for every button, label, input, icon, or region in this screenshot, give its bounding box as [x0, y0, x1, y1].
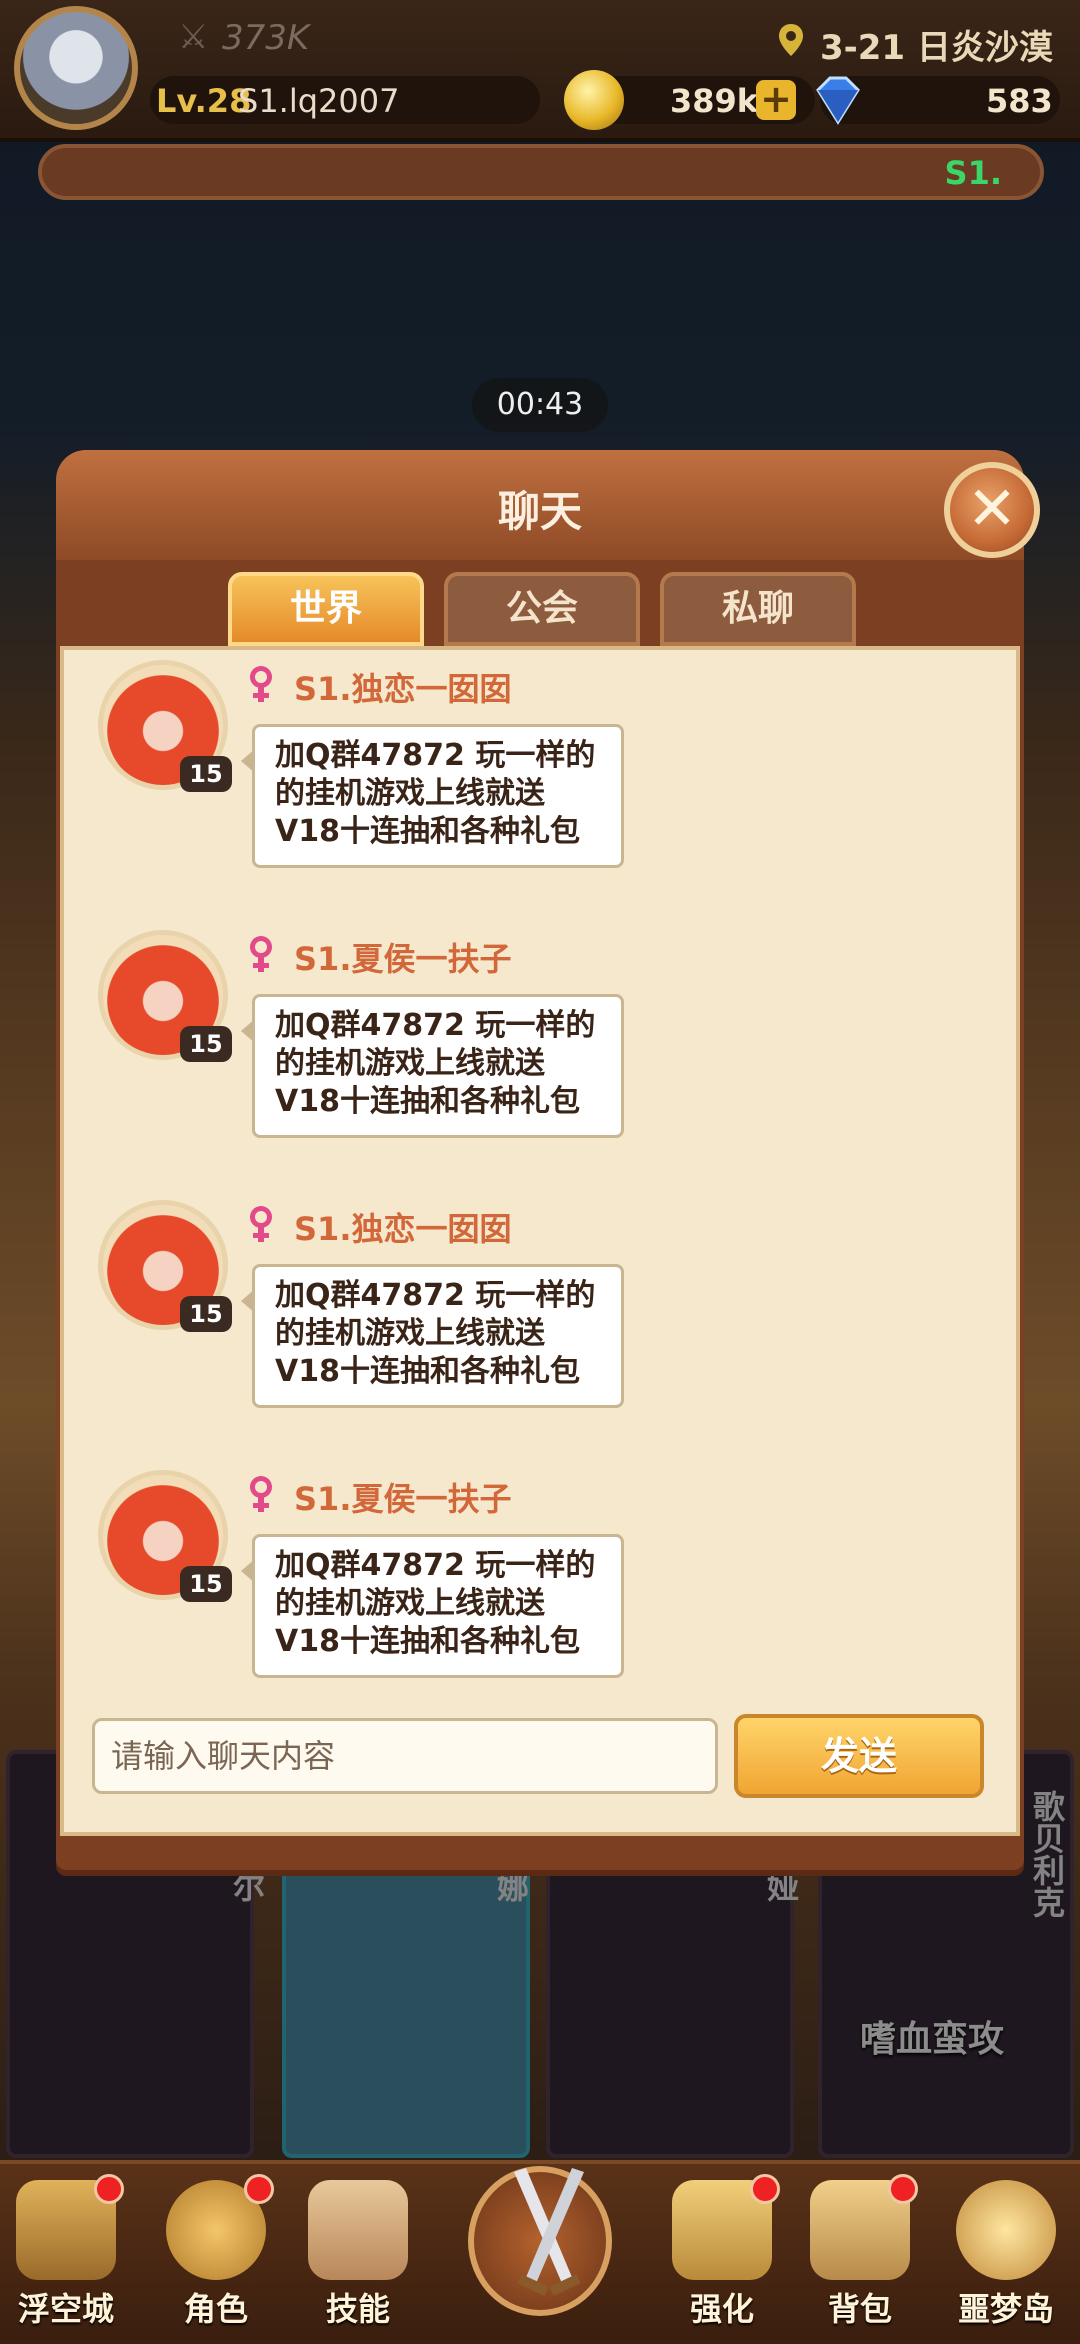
island-icon: [956, 2180, 1056, 2280]
sender-level-badge: 15: [180, 1566, 232, 1602]
gold-coin-icon: [564, 70, 624, 130]
sender-level-badge: 15: [180, 756, 232, 792]
bubble-tail: [241, 1289, 255, 1313]
nav-label: 强化: [689, 2290, 754, 2328]
notification-dot: [888, 2174, 918, 2204]
female-gender-icon: [250, 1206, 272, 1242]
player-name: S1.lq2007: [238, 82, 400, 120]
nav-character[interactable]: 角色: [156, 2174, 276, 2330]
sender-level-badge: 15: [180, 1296, 232, 1332]
sender-level-badge: 15: [180, 1026, 232, 1062]
chat-message: 15 S1.夏侯一扶子 加Q群47872 玩一样的 的挂机游戏上线就送 V18十…: [98, 1470, 958, 1710]
nav-nightmare-island[interactable]: 噩梦岛: [946, 2180, 1066, 2330]
bubble-tail: [241, 749, 255, 773]
bubble-tail: [241, 1019, 255, 1043]
chat-message: 15 S1.独恋一囡囡 加Q群47872 玩一样的 的挂机游戏上线就送 V18十…: [98, 1200, 958, 1440]
crossed-swords-icon: [514, 2168, 584, 2296]
nav-label: 角色: [183, 2290, 248, 2328]
message-bubble: 加Q群47872 玩一样的 的挂机游戏上线就送 V18十连抽和各种礼包: [241, 994, 624, 1138]
sender-name[interactable]: S1.独恋一囡囡: [294, 1204, 511, 1250]
close-icon: ✕: [966, 474, 1018, 544]
nav-label: 噩梦岛: [957, 2290, 1054, 2328]
message-text: 加Q群47872 玩一样的 的挂机游戏上线就送 V18十连抽和各种礼包: [275, 1008, 596, 1119]
tab-private[interactable]: 私聊: [660, 572, 856, 646]
message-bubble: 加Q群47872 玩一样的 的挂机游戏上线就送 V18十连抽和各种礼包: [241, 1534, 624, 1678]
location-pin-icon: [779, 24, 803, 56]
marquee-text: S1.: [944, 154, 1002, 192]
chat-input[interactable]: 请输入聊天内容: [92, 1718, 718, 1794]
announcement-marquee: S1.: [38, 144, 1044, 200]
battle-button[interactable]: [468, 2166, 612, 2316]
gem-amount: 583: [986, 82, 1053, 120]
notification-dot: [244, 2174, 274, 2204]
message-text: 加Q群47872 玩一样的 的挂机游戏上线就送 V18十连抽和各种礼包: [275, 1548, 596, 1659]
nav-label: 技能: [325, 2290, 390, 2328]
nav-enhance[interactable]: 强化: [662, 2174, 782, 2330]
sender-name[interactable]: S1.独恋一囡囡: [294, 664, 511, 710]
send-button[interactable]: 发送: [734, 1714, 984, 1798]
female-gender-icon: [250, 666, 272, 702]
crossed-swords-icon: ⚔: [178, 17, 209, 57]
sender-name[interactable]: S1.夏侯一扶子: [294, 1474, 511, 1520]
female-gender-icon: [250, 1476, 272, 1512]
combat-power: 373K: [222, 18, 310, 58]
message-bubble: 加Q群47872 玩一样的 的挂机游戏上线就送 V18十连抽和各种礼包: [241, 724, 624, 868]
countdown-timer: 00:43: [472, 378, 608, 432]
notification-dot: [750, 2174, 780, 2204]
nav-floating-city[interactable]: 浮空城: [6, 2174, 126, 2330]
message-text: 加Q群47872 玩一样的 的挂机游戏上线就送 V18十连抽和各种礼包: [275, 738, 596, 849]
stage-label[interactable]: 3-21 日炎沙漠: [820, 20, 1053, 69]
nav-label: 背包: [827, 2290, 892, 2328]
nav-skills[interactable]: 技能: [298, 2180, 418, 2330]
female-gender-icon: [250, 936, 272, 972]
notification-dot: [94, 2174, 124, 2204]
tab-guild[interactable]: 公会: [444, 572, 640, 646]
gold-amount: 389k: [670, 82, 759, 120]
chat-message: 15 S1.夏侯一扶子 加Q群47872 玩一样的 的挂机游戏上线就送 V18十…: [98, 930, 958, 1170]
nav-backpack[interactable]: 背包: [800, 2174, 920, 2330]
player-avatar[interactable]: [14, 6, 138, 130]
tab-world[interactable]: 世界: [228, 572, 424, 646]
message-bubble: 加Q群47872 玩一样的 的挂机游戏上线就送 V18十连抽和各种礼包: [241, 1264, 624, 1408]
chat-title: 聊天: [497, 487, 582, 536]
bubble-tail: [241, 1559, 255, 1583]
sender-name[interactable]: S1.夏侯一扶子: [294, 934, 511, 980]
add-gold-button[interactable]: +: [756, 80, 796, 120]
close-button[interactable]: ✕: [944, 462, 1040, 558]
skill-book-icon: [308, 2180, 408, 2280]
chat-message: 15 S1.独恋一囡囡 加Q群47872 玩一样的 的挂机游戏上线就送 V18十…: [98, 660, 958, 900]
diamond-icon: [816, 76, 860, 125]
message-text: 加Q群47872 玩一样的 的挂机游戏上线就送 V18十连抽和各种礼包: [275, 1278, 596, 1389]
nav-label: 浮空城: [17, 2290, 114, 2328]
